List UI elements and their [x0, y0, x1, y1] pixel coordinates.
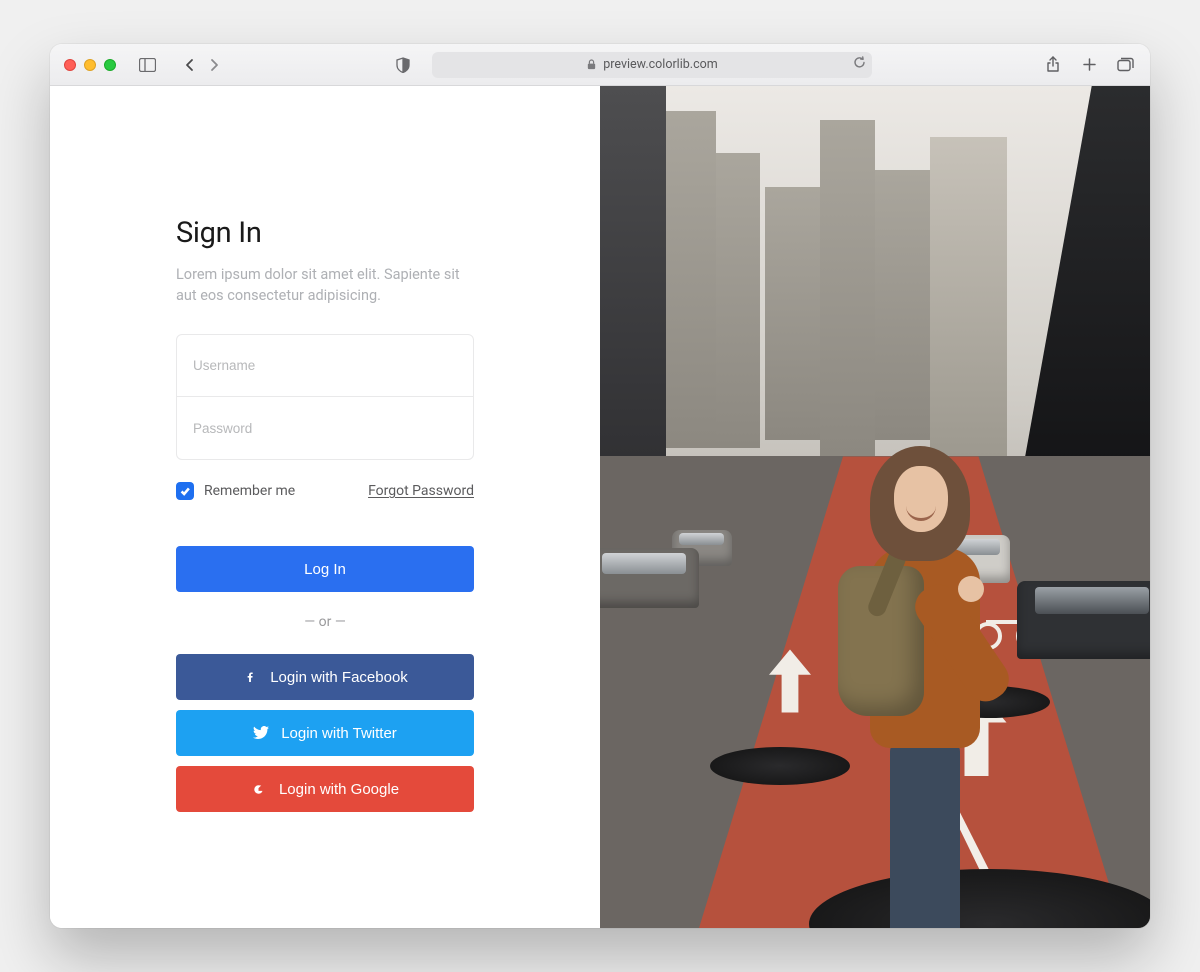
hero-image [600, 86, 1150, 928]
login-facebook-button[interactable]: Login with Facebook [176, 654, 474, 700]
twitter-icon [253, 725, 269, 741]
twitter-button-label: Login with Twitter [281, 725, 397, 742]
login-panel: Sign In Lorem ipsum dolor sit amet elit.… [50, 86, 600, 928]
username-field[interactable] [177, 335, 473, 397]
reload-icon[interactable] [853, 56, 866, 73]
close-window-button[interactable] [64, 59, 76, 71]
titlebar: preview.colorlib.com [50, 44, 1150, 86]
facebook-button-label: Login with Facebook [270, 669, 408, 686]
page-title: Sign In [176, 216, 474, 250]
login-button-label: Log In [304, 561, 346, 578]
facebook-icon [242, 669, 258, 685]
share-icon[interactable] [1042, 54, 1064, 76]
password-input[interactable] [193, 421, 457, 436]
or-separator: — or — [176, 614, 474, 630]
new-tab-icon[interactable] [1078, 54, 1100, 76]
checkbox-checked-icon [176, 482, 194, 500]
google-icon [251, 781, 267, 797]
url-text: preview.colorlib.com [603, 57, 717, 72]
login-button[interactable]: Log In [176, 546, 474, 592]
remember-me-toggle[interactable]: Remember me [176, 482, 295, 500]
login-google-button[interactable]: Login with Google [176, 766, 474, 812]
password-field[interactable] [177, 397, 473, 459]
lock-icon [586, 59, 597, 70]
privacy-shield-icon[interactable] [392, 54, 414, 76]
window-controls [64, 59, 116, 71]
tab-overview-icon[interactable] [1114, 54, 1136, 76]
page-subtitle: Lorem ipsum dolor sit amet elit. Sapient… [176, 264, 474, 306]
remember-me-label: Remember me [204, 483, 295, 499]
google-button-label: Login with Google [279, 781, 399, 798]
forward-button[interactable] [206, 54, 222, 76]
browser-window: preview.colorlib.com Sign In Lorem ipsum… [50, 44, 1150, 928]
back-button[interactable] [182, 54, 198, 76]
login-twitter-button[interactable]: Login with Twitter [176, 710, 474, 756]
minimize-window-button[interactable] [84, 59, 96, 71]
page-content: Sign In Lorem ipsum dolor sit amet elit.… [50, 86, 1150, 928]
maximize-window-button[interactable] [104, 59, 116, 71]
credentials-group [176, 334, 474, 460]
hero-person [820, 408, 1000, 928]
sidebar-toggle-icon[interactable] [136, 54, 158, 76]
forgot-password-link[interactable]: Forgot Password [368, 483, 474, 499]
address-bar[interactable]: preview.colorlib.com [432, 52, 872, 78]
username-input[interactable] [193, 358, 457, 373]
